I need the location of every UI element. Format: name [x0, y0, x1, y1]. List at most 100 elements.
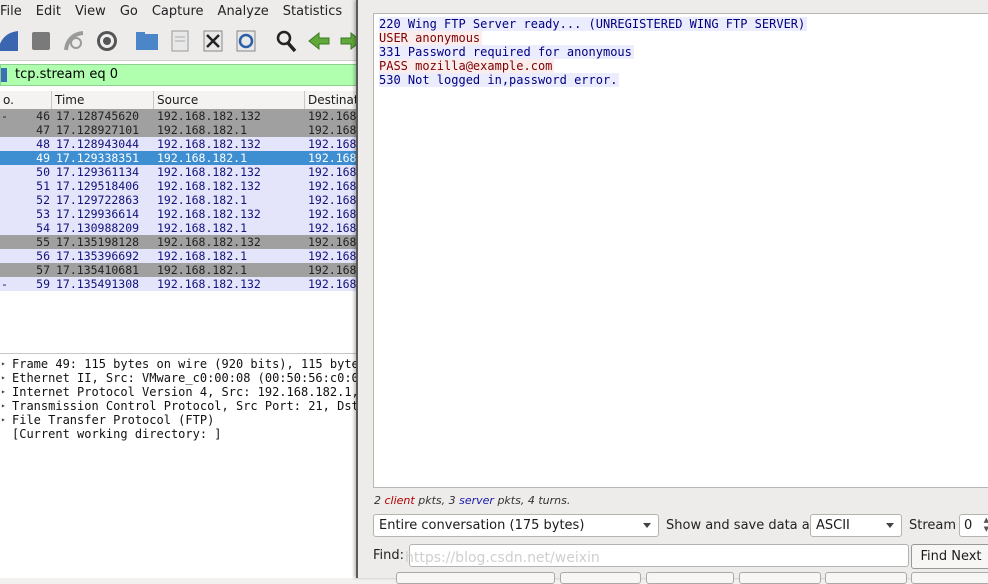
detail-tree-item[interactable]: ▸ Frame 49: 115 bytes on wire (920 bits),… [0, 357, 360, 371]
column-header-no[interactable]: o. [0, 91, 52, 109]
conversation-select-value: Entire conversation (175 bytes) [379, 518, 585, 533]
packet-row[interactable]: 47 17.128927101 192.168.182.1 192.168 [0, 123, 360, 137]
main-window: FileEditViewGoCaptureAnalyzeStatisticsTe… [0, 0, 360, 578]
spin-arrows-icon[interactable]: ▲ ▼ [984, 516, 988, 534]
filter-bookmark-icon[interactable] [1, 68, 7, 82]
back-button[interactable] [739, 572, 821, 584]
detail-tree-item[interactable]: ▸ File Transfer Protocol (FTP) [0, 413, 360, 427]
menu-view[interactable]: View [68, 4, 113, 19]
close-file-icon[interactable] [200, 28, 226, 54]
packet-cell-time: 17.128927101 [56, 123, 140, 137]
print-button[interactable] [560, 572, 641, 584]
packet-cell-src: 192.168.182.132 [157, 179, 261, 193]
packet-row[interactable]: 49 17.129338351 192.168.182.1 192.168 [0, 151, 360, 165]
chevron-down-icon [643, 523, 651, 528]
expand-arrow-icon[interactable]: ▸ [1, 399, 6, 413]
expand-arrow-icon[interactable]: ▸ [1, 413, 6, 427]
packet-row[interactable]: - 59 17.135491308 192.168.182.132 192.168 [0, 277, 360, 291]
chevron-down-icon [886, 523, 894, 528]
follow-tcp-stream-dialog: 220 Wing FTP Server ready... (UNREGISTER… [356, 0, 988, 584]
menu-edit[interactable]: Edit [29, 4, 68, 19]
restart-capture-icon[interactable] [61, 28, 87, 54]
packet-cell-no: 53 [36, 207, 50, 221]
menu-capture[interactable]: Capture [145, 4, 211, 19]
packet-row[interactable]: 53 17.129936614 192.168.182.132 192.168 [0, 207, 360, 221]
menu-statistics[interactable]: Statistics [276, 4, 349, 19]
packet-cell-time: 17.130988209 [56, 221, 140, 235]
detail-text: File Transfer Protocol (FTP) [12, 413, 215, 427]
column-header-time[interactable]: Time [52, 91, 154, 109]
data-format-value: ASCII [816, 518, 850, 533]
show-save-label: Show and save data as [666, 518, 817, 533]
start-capture-icon[interactable] [0, 28, 20, 54]
detail-tree-item[interactable]: [Current working directory: ] [0, 427, 360, 441]
column-header-destination[interactable]: Destinat [305, 91, 360, 109]
detail-tree-item[interactable]: ▸ Transmission Control Protocol, Src Port… [0, 399, 360, 413]
find-next-button[interactable]: Find Next [911, 544, 988, 569]
find-packet-icon[interactable] [273, 28, 299, 54]
packet-cell-time: 17.129518406 [56, 179, 140, 193]
packet-cell-src: 192.168.182.1 [157, 249, 248, 263]
menu-analyze[interactable]: Analyze [211, 4, 276, 19]
expand-arrow-icon[interactable]: ▸ [1, 385, 6, 399]
packet-cell-src: 192.168.182.132 [157, 137, 261, 151]
help-button[interactable] [911, 572, 988, 584]
stream-number-spinbox[interactable]: 0 ▲ ▼ [959, 514, 988, 537]
filter-out-button[interactable] [396, 572, 555, 584]
packet-cell-dst: 192.168 [308, 263, 357, 277]
save-file-icon[interactable] [167, 28, 193, 54]
stats-turns-text: pkts, 4 turns. [497, 494, 571, 507]
packet-row[interactable]: 51 17.129518406 192.168.182.132 192.168 [0, 179, 360, 193]
client-stream-line: USER anonymous [379, 31, 483, 45]
column-header-source[interactable]: Source [154, 91, 305, 109]
packet-cell-dst: 192.168 [308, 277, 357, 291]
packet-row[interactable]: 52 17.129722863 192.168.182.1 192.168 [0, 193, 360, 207]
packet-details-pane: ▸ Frame 49: 115 bytes on wire (920 bits),… [0, 353, 360, 578]
packet-cell-dst: 192.168 [308, 165, 357, 179]
packet-cell-src: 192.168.182.132 [157, 165, 261, 179]
packet-cell-src: 192.168.182.132 [157, 109, 261, 123]
go-back-icon[interactable] [306, 28, 332, 54]
packet-cell-src: 192.168.182.1 [157, 123, 248, 137]
packet-row[interactable]: 57 17.135410681 192.168.182.1 192.168 [0, 263, 360, 277]
packet-cell-src: 192.168.182.132 [157, 277, 261, 291]
menu-go[interactable]: Go [113, 4, 145, 19]
close-button[interactable] [825, 572, 907, 584]
packet-row[interactable]: 54 17.130988209 192.168.182.1 192.168 [0, 221, 360, 235]
packet-row[interactable]: - 46 17.128745620 192.168.182.132 192.168 [0, 109, 360, 123]
display-filter-input[interactable]: tcp.stream eq 0 [0, 64, 360, 86]
stream-stats: 2 client pkts, 3 server pkts, 4 turns. [374, 494, 570, 507]
reload-file-icon[interactable] [233, 28, 259, 54]
server-label: server [459, 494, 494, 507]
packet-row[interactable]: 55 17.135198128 192.168.182.132 192.168 [0, 235, 360, 249]
packet-cell-no: 50 [36, 165, 50, 179]
stream-content-area[interactable]: 220 Wing FTP Server ready... (UNREGISTER… [373, 13, 988, 488]
packet-cell-dst: 192.168 [308, 221, 357, 235]
expand-arrow-icon[interactable]: ▸ [1, 357, 6, 371]
stats-pkts-text: pkts, [418, 494, 449, 507]
packet-cell-src: 192.168.182.1 [157, 263, 248, 277]
packet-cell-time: 17.128943044 [56, 137, 140, 151]
detail-tree-item[interactable]: ▸ Ethernet II, Src: VMware_c0:00:08 (00:5… [0, 371, 360, 385]
detail-tree-item[interactable]: ▸ Internet Protocol Version 4, Src: 192.1… [0, 385, 360, 399]
data-format-select[interactable]: ASCII [810, 514, 902, 537]
capture-options-icon[interactable] [94, 28, 120, 54]
packet-row[interactable]: 56 17.135396692 192.168.182.1 192.168 [0, 249, 360, 263]
stop-capture-icon[interactable] [28, 28, 54, 54]
detail-text: Transmission Control Protocol, Src Port:… [12, 399, 359, 413]
packet-row[interactable]: 48 17.128943044 192.168.182.132 192.168 [0, 137, 360, 151]
conversation-select[interactable]: Entire conversation (175 bytes) [373, 514, 659, 537]
packet-cell-dst: 192.168 [308, 235, 357, 249]
packet-row[interactable]: 50 17.129361134 192.168.182.132 192.168 [0, 165, 360, 179]
main-toolbar [0, 23, 360, 61]
expand-arrow-icon[interactable]: ▸ [1, 371, 6, 385]
packet-cell-no: 59 [36, 277, 50, 291]
packet-cell-no: 46 [36, 109, 50, 123]
menu-file[interactable]: File [0, 4, 29, 19]
server-stream-line: 331 Password required for anonymous [379, 45, 634, 59]
packet-cell-no: 51 [36, 179, 50, 193]
detail-text: Internet Protocol Version 4, Src: 192.16… [12, 385, 359, 399]
display-filter-value: tcp.stream eq 0 [15, 67, 118, 82]
open-file-icon[interactable] [134, 28, 160, 54]
save-as-button[interactable] [646, 572, 734, 584]
